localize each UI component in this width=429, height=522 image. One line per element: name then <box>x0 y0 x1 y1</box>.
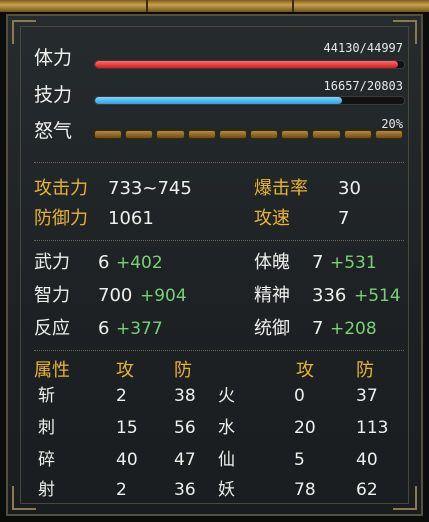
hp-bar-fill <box>95 61 399 68</box>
top-frame-border <box>0 0 429 12</box>
attr-base: 7 <box>312 318 324 339</box>
resist-name: 刺 <box>38 418 55 438</box>
resist-atk: 20 <box>294 418 316 438</box>
hp-label: 体力 <box>34 47 73 69</box>
resist-name: 火 <box>218 386 235 406</box>
rage-label: 怒气 <box>34 120 73 142</box>
character-stats-window: 体力 44130/44997 技力 16657/20803 怒气 20% 攻击力… <box>0 0 429 522</box>
attr-label: 智力 <box>34 285 70 306</box>
attr-base: 7 <box>312 252 324 273</box>
attr-bonus: +402 <box>116 253 163 273</box>
rage-segment <box>187 130 216 139</box>
rage-segment <box>156 130 185 139</box>
speed-label: 攻速 <box>254 208 290 229</box>
defense-label: 防御力 <box>34 208 88 229</box>
attr-base: 6 <box>98 318 110 339</box>
attr-bonus: +904 <box>140 286 187 306</box>
corner-ornament <box>393 486 417 510</box>
section-divider <box>34 162 404 163</box>
resist-name: 射 <box>38 480 55 500</box>
attr-bonus: +531 <box>330 253 377 273</box>
resist-atk: 40 <box>116 450 138 470</box>
attr-label: 精神 <box>254 285 290 306</box>
resist-def: 47 <box>174 450 196 470</box>
attr-bonus: +208 <box>330 319 377 339</box>
resist-name: 斩 <box>38 386 55 406</box>
attr-base: 336 <box>312 285 347 306</box>
attack-value: 733~745 <box>108 178 192 199</box>
attr-bonus: +514 <box>354 286 401 306</box>
attr-label: 武力 <box>34 252 70 273</box>
resist-atk: 5 <box>294 450 305 470</box>
resist-name: 妖 <box>218 480 235 500</box>
resist-name: 水 <box>218 418 235 438</box>
resist-def: 36 <box>174 480 196 500</box>
resist-header-def: 防 <box>356 360 374 381</box>
resist-def: 56 <box>174 418 196 438</box>
attr-label: 统御 <box>254 318 290 339</box>
resist-def: 38 <box>174 386 196 406</box>
rage-segment <box>312 130 341 139</box>
hp-value: 44130/44997 <box>323 41 403 55</box>
resist-def: 37 <box>356 386 378 406</box>
resist-def: 40 <box>356 450 378 470</box>
mp-value: 16657/20803 <box>323 79 403 93</box>
resist-name: 仙 <box>218 450 235 470</box>
attack-label: 攻击力 <box>34 178 88 199</box>
section-divider <box>34 350 404 351</box>
crit-label: 爆击率 <box>254 178 308 199</box>
defense-value: 1061 <box>108 208 154 229</box>
resist-atk: 2 <box>116 480 127 500</box>
section-divider <box>34 240 404 241</box>
rage-segment <box>281 130 310 139</box>
mp-bar-fill <box>95 97 343 104</box>
rage-segment <box>218 130 248 139</box>
resist-header-atk: 攻 <box>296 360 314 381</box>
mp-label: 技力 <box>34 84 73 106</box>
frame-divider <box>292 0 294 12</box>
resist-atk: 78 <box>294 480 316 500</box>
resist-name: 碎 <box>38 450 55 470</box>
resist-header-atk: 攻 <box>116 360 134 381</box>
resist-def: 113 <box>356 418 389 438</box>
resist-atk: 2 <box>116 386 127 406</box>
attr-bonus: +377 <box>116 319 163 339</box>
attr-label: 体魄 <box>254 252 290 273</box>
rage-segment <box>250 130 279 139</box>
speed-value: 7 <box>338 208 350 229</box>
crit-value: 30 <box>338 178 361 199</box>
hp-bar <box>94 60 405 69</box>
frame-divider <box>146 0 148 12</box>
rage-segment <box>374 130 404 139</box>
corner-ornament <box>12 20 36 44</box>
resist-atk: 0 <box>294 386 305 406</box>
resist-header-def: 防 <box>174 360 192 381</box>
attr-base: 6 <box>98 252 110 273</box>
resist-header-attr: 属性 <box>34 360 70 381</box>
corner-ornament <box>12 486 36 510</box>
rage-segment <box>343 130 372 139</box>
resist-def: 62 <box>356 480 378 500</box>
rage-bar <box>94 130 404 139</box>
attr-label: 反应 <box>34 318 70 339</box>
resist-atk: 15 <box>116 418 138 438</box>
rage-value: 20% <box>381 117 403 131</box>
attr-base: 700 <box>98 285 133 306</box>
mp-bar <box>94 96 405 105</box>
rage-segment <box>125 130 154 139</box>
rage-segment <box>94 130 123 139</box>
